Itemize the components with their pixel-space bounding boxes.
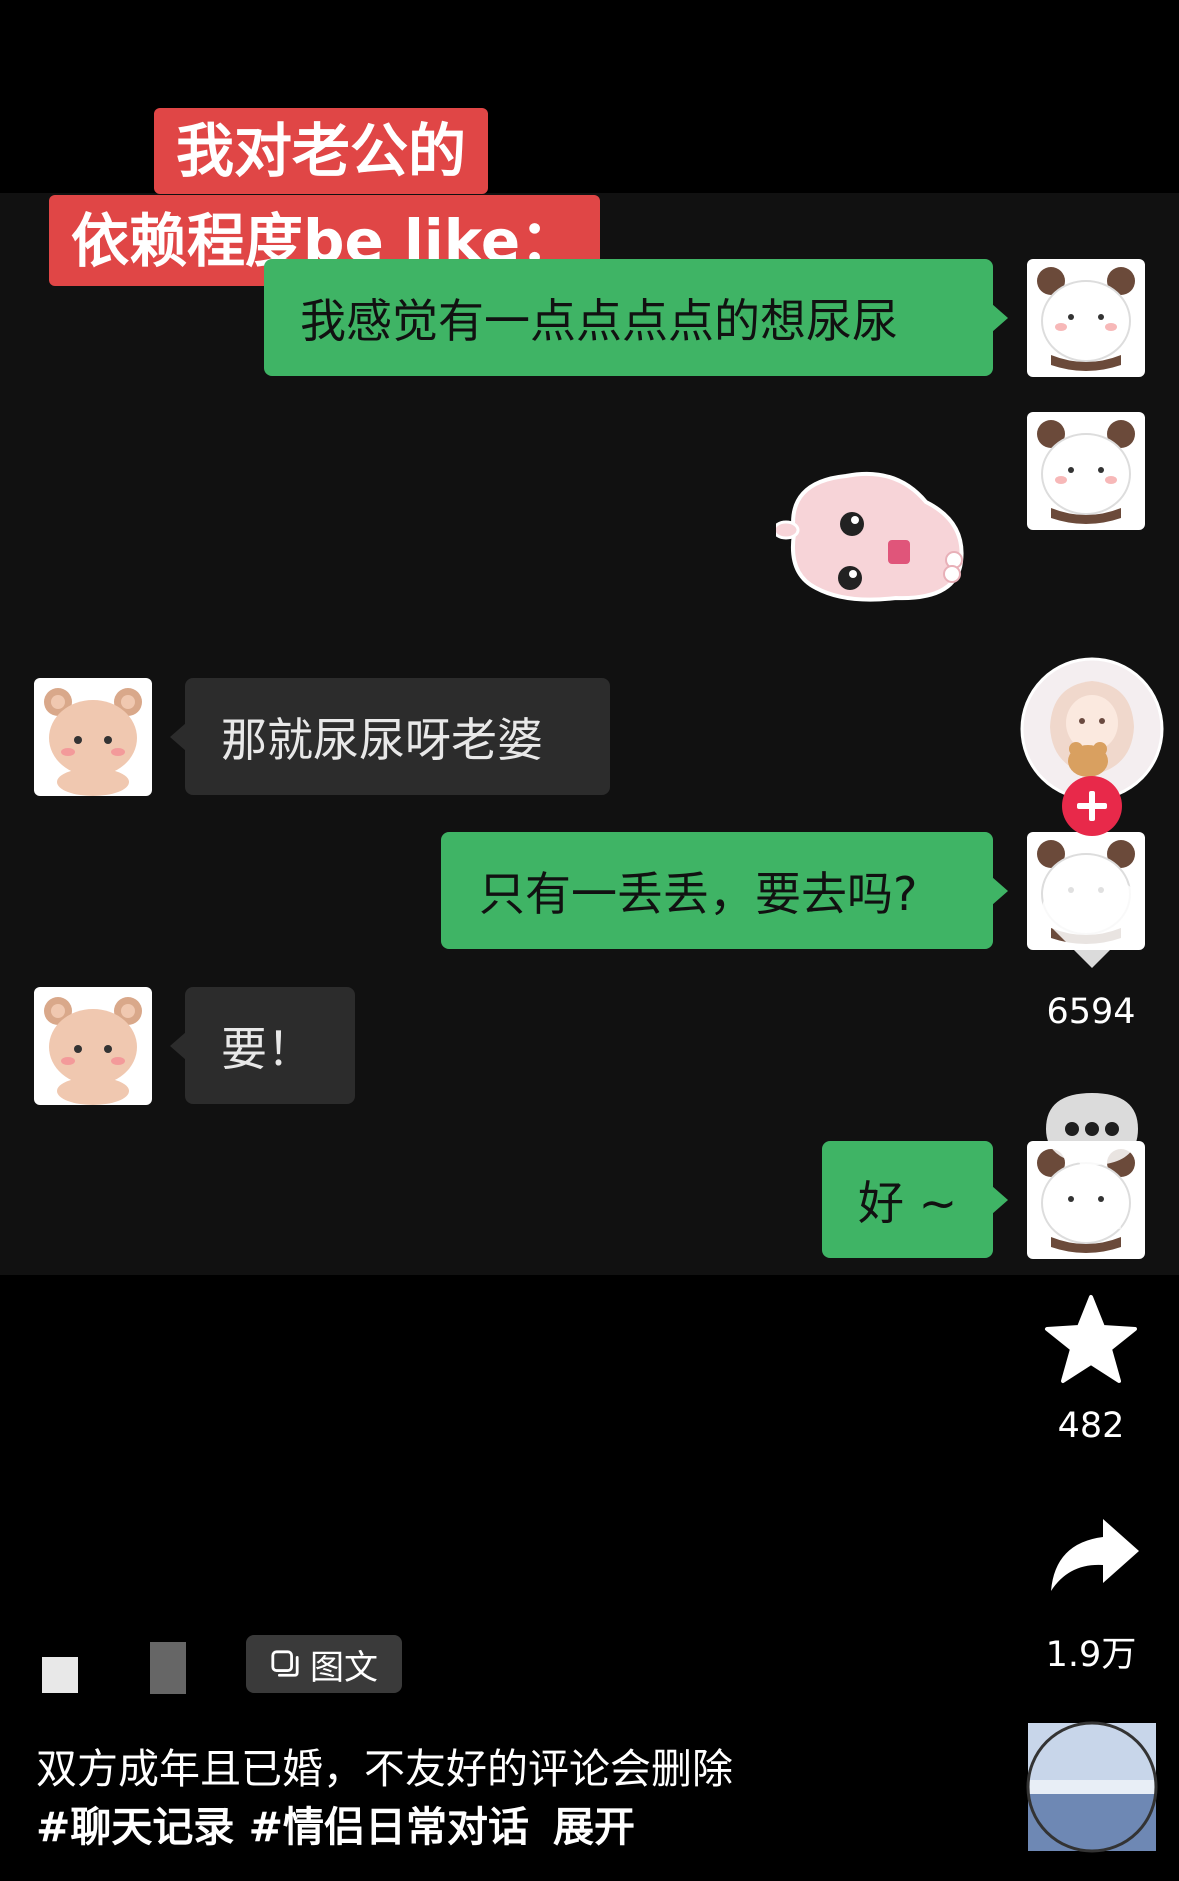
message-bubble-sent: 好 ~ [822, 1141, 1008, 1258]
post-hashtags[interactable]: #聊天记录 #情侣日常对话 [36, 1803, 529, 1851]
post-description: 双方成年且已婚，不友好的评论会删除 [36, 1745, 733, 1793]
expand-button[interactable]: 展开 [553, 1803, 635, 1851]
author-name-redacted[interactable] [42, 1657, 78, 1693]
follow-plus-button[interactable] [1060, 774, 1124, 838]
post-hashtags-line: #聊天记录 #情侣日常对话 展开 [36, 1793, 635, 1853]
sticker-pink-bunny [772, 462, 972, 607]
comment-icon[interactable] [1042, 1089, 1142, 1179]
music-disc-avatar[interactable] [1025, 1720, 1159, 1854]
author-name-redacted[interactable] [150, 1642, 186, 1694]
message-bubble-received: 那就尿尿呀老婆 [170, 678, 610, 795]
caption-line-1: 我对老公的 [154, 108, 489, 194]
favorite-star-icon[interactable] [1043, 1293, 1139, 1385]
message-bubble-sent: 只有一丢丢，要去吗? [441, 832, 1008, 949]
my-avatar [1027, 412, 1145, 530]
share-arrow-icon[interactable] [1047, 1515, 1141, 1593]
post-type-tag: 图文 [246, 1635, 402, 1693]
favorite-count: 482 [1057, 1406, 1125, 1446]
post-type-label: 图文 [310, 1647, 378, 1688]
like-count: 6594 [1046, 992, 1136, 1032]
image-post-icon [271, 1650, 299, 1677]
comment-count: 992 [1057, 1198, 1125, 1238]
my-avatar [1027, 259, 1145, 377]
partner-avatar [34, 987, 152, 1105]
like-heart-icon[interactable] [1040, 876, 1144, 972]
partner-avatar [34, 678, 152, 796]
share-count: 1.9万 [1045, 1635, 1137, 1675]
message-bubble-received: 要！ [170, 987, 355, 1104]
message-bubble-sent: 我感觉有一点点点点的想尿尿 [264, 259, 1008, 376]
